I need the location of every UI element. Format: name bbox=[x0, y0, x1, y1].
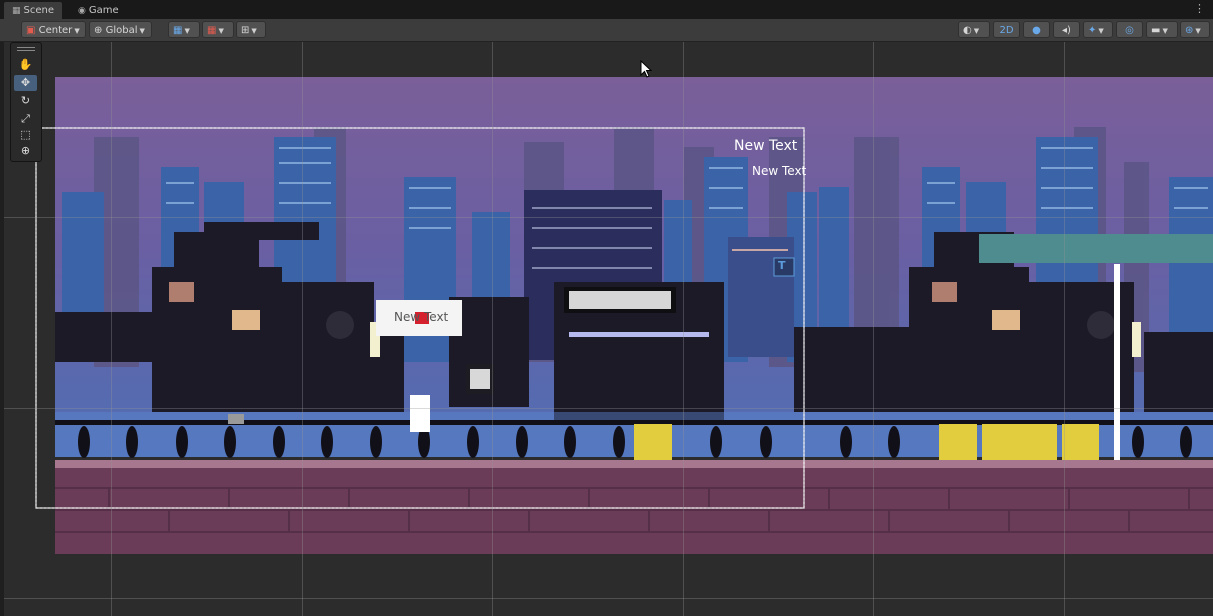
pivot-mode-dropdown[interactable]: ▣ Center ▼ bbox=[21, 21, 86, 38]
scene-toolbar: ▣ Center ▼ ⊕ Global ▼ ▦ ▼ ▦ ▼ ⊞ ▼ ◐ ▼ 2D ● ◂) … bbox=[0, 19, 1213, 42]
pivot-rotation-dropdown[interactable]: ⊕ Global ▼ bbox=[89, 21, 152, 38]
scene-text-2[interactable]: New Text bbox=[752, 164, 806, 178]
scene-view[interactable]: New Text New Text New Text T bbox=[4, 42, 1213, 616]
chevron-down-icon: ▼ bbox=[218, 27, 224, 35]
tab-scene-label: Scene bbox=[23, 5, 55, 16]
draw-mode-dropdown[interactable]: ◐ ▼ bbox=[958, 21, 990, 38]
more-options-icon[interactable]: ⋮ bbox=[1194, 2, 1205, 15]
grid-line bbox=[4, 217, 1213, 218]
editor-tab-bar: ▦ Scene ◉ Game ⋮ bbox=[0, 0, 1213, 20]
audio-icon: ◂) bbox=[1062, 25, 1071, 36]
tab-scene[interactable]: ▦ Scene bbox=[4, 2, 63, 19]
scene-artwork bbox=[35, 77, 1213, 554]
lightbulb-icon: ● bbox=[1032, 25, 1041, 36]
scale-tool-icon[interactable]: ⤢ bbox=[14, 111, 37, 127]
ledge bbox=[55, 460, 1213, 468]
pivot-mode-label: Center bbox=[38, 25, 73, 36]
toggle-audio-button[interactable]: ◂) bbox=[1053, 21, 1080, 38]
pivot-rotation-label: Global bbox=[105, 25, 138, 36]
eye-icon: ◎ bbox=[1125, 25, 1134, 36]
white-pillar bbox=[1114, 264, 1120, 469]
grid-line bbox=[683, 42, 684, 616]
drag-handle-icon[interactable] bbox=[17, 47, 35, 48]
chevron-down-icon: ▼ bbox=[74, 27, 80, 35]
shading-mode-icon: ◐ bbox=[963, 25, 972, 36]
grid-snap-icon: ▦ bbox=[173, 25, 183, 36]
chevron-down-icon: ▼ bbox=[1098, 27, 1104, 35]
grid-line bbox=[111, 42, 112, 616]
scene-tools-palette: ✋ ✥ ↻ ⤢ ⬚ ⊕ bbox=[10, 42, 42, 162]
billboard-building bbox=[728, 237, 794, 357]
hand-tool-icon[interactable]: ✋ bbox=[14, 57, 37, 73]
grid-line bbox=[302, 42, 303, 616]
chevron-down-icon: ▼ bbox=[139, 27, 145, 35]
grid-visibility-dropdown[interactable]: ▦ ▼ bbox=[202, 21, 234, 38]
gamepad-icon: ◉ bbox=[78, 6, 86, 16]
effects-dropdown[interactable]: ✦ ▼ bbox=[1083, 21, 1113, 38]
tab-game[interactable]: ◉ Game bbox=[70, 2, 127, 19]
grid-line bbox=[873, 42, 874, 616]
scene-text-3[interactable]: New Text bbox=[394, 310, 448, 324]
scene-visibility-button[interactable]: ◎ bbox=[1116, 21, 1143, 38]
view-2d-label: 2D bbox=[999, 25, 1014, 36]
effects-icon: ✦ bbox=[1088, 25, 1097, 36]
grid-line bbox=[1064, 42, 1065, 616]
increment-snap-dropdown[interactable]: ⊞ ▼ bbox=[236, 21, 266, 38]
rotate-tool-icon[interactable]: ↻ bbox=[14, 93, 37, 109]
teal-panel bbox=[979, 234, 1213, 263]
gizmos-dropdown[interactable]: ⊛ ▼ bbox=[1180, 21, 1210, 38]
scene-text-1[interactable]: New Text bbox=[734, 138, 797, 154]
mouse-cursor-icon bbox=[640, 60, 653, 78]
transform-tool-icon[interactable]: ⊕ bbox=[14, 143, 37, 159]
chevron-down-icon: ▼ bbox=[184, 27, 190, 35]
move-tool-icon[interactable]: ✥ bbox=[14, 75, 37, 91]
chevron-down-icon: ▼ bbox=[251, 27, 257, 35]
rect-tool-icon[interactable]: ⬚ bbox=[14, 127, 37, 143]
chevron-down-icon: ▼ bbox=[1162, 27, 1168, 35]
gizmo-icon: ⊛ bbox=[1185, 25, 1194, 36]
grid-line bbox=[4, 598, 1213, 599]
camera-icon: ▬ bbox=[1151, 25, 1161, 36]
grid-line bbox=[492, 42, 493, 616]
grid-snapping-dropdown[interactable]: ▦ ▼ bbox=[168, 21, 200, 38]
grid-visibility-icon: ▦ bbox=[207, 25, 217, 36]
grid-icon: ▦ bbox=[12, 6, 21, 16]
chevron-down-icon: ▼ bbox=[1195, 27, 1201, 35]
globe-icon: ⊕ bbox=[94, 25, 103, 36]
text-component-icon: T bbox=[778, 259, 786, 272]
pivot-icon: ▣ bbox=[26, 25, 36, 36]
tab-game-label: Game bbox=[88, 5, 119, 16]
snap-increment-icon: ⊞ bbox=[241, 25, 250, 36]
camera-settings-dropdown[interactable]: ▬ ▼ bbox=[1146, 21, 1178, 38]
chevron-down-icon: ▼ bbox=[973, 27, 980, 35]
toggle-lighting-button[interactable]: ● bbox=[1023, 21, 1050, 38]
grid-line bbox=[4, 408, 1213, 409]
toggle-2d-button[interactable]: 2D bbox=[993, 21, 1020, 38]
